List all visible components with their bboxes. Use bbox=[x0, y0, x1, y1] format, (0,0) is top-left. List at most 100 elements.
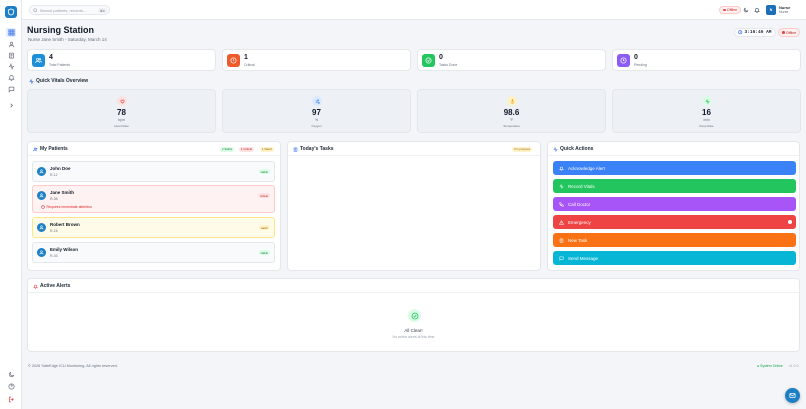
stat-value: 4 bbox=[49, 54, 53, 61]
patient-card-jane-smith[interactable]: Jane Smith R-08 critical Requires immedi… bbox=[32, 185, 275, 213]
all-clear-indicator bbox=[408, 309, 421, 322]
stat-card-tasks-done[interactable]: 0 Tasks Done bbox=[417, 49, 606, 71]
app-logo[interactable] bbox=[5, 6, 17, 18]
tasks-progress-badge: 0 in progress bbox=[512, 146, 533, 152]
user-icon bbox=[8, 41, 14, 48]
patient-room: R-03 bbox=[50, 254, 58, 258]
sidebar-logout[interactable] bbox=[6, 395, 16, 404]
chat-fab-button[interactable] bbox=[785, 388, 800, 403]
todays-tasks-panel: Today's Tasks 0 in progress bbox=[287, 141, 541, 271]
patient-avatar bbox=[37, 248, 46, 257]
send-message-button[interactable]: Send Message bbox=[553, 251, 796, 265]
clock-display: 3:16:46 AM bbox=[734, 28, 776, 37]
user-avatar[interactable]: N bbox=[766, 5, 776, 15]
status-dot bbox=[782, 31, 785, 34]
stat-icon-bg bbox=[227, 54, 240, 67]
emergency-button[interactable]: Emergency bbox=[553, 215, 796, 229]
patient-avatar bbox=[37, 223, 46, 232]
clock-icon bbox=[620, 57, 627, 64]
sidebar-item-dashboard[interactable] bbox=[6, 28, 16, 37]
patient-name: Jane Smith bbox=[50, 190, 75, 195]
header-status-text: Offline bbox=[786, 30, 797, 35]
clipboard-icon bbox=[559, 238, 564, 243]
patient-card-robert-brown[interactable]: Robert Brown R-15 watch bbox=[32, 217, 275, 238]
patient-room: R-12 bbox=[50, 173, 58, 177]
stat-card-critical[interactable]: 1 Critical bbox=[222, 49, 411, 71]
header-status-badge: Offline bbox=[778, 28, 801, 37]
topbar: ⌘K Offline N Nurse Nurse bbox=[22, 0, 806, 20]
sidebar-item-patients[interactable] bbox=[6, 40, 16, 49]
vital-value: 98.6 bbox=[503, 108, 520, 117]
search-input[interactable] bbox=[39, 7, 98, 13]
status-dot bbox=[723, 8, 726, 12]
sidebar-item-records[interactable] bbox=[6, 51, 16, 60]
patient-card-john-doe[interactable]: John Doe R-12 stable bbox=[32, 161, 275, 182]
stat-label: Tasks Done bbox=[439, 63, 458, 67]
activity-icon bbox=[559, 183, 564, 189]
patient-card-emily-wilson[interactable]: Emily Wilson R-03 stable bbox=[32, 242, 275, 263]
thermometer-icon bbox=[510, 98, 514, 104]
stat-card-pending[interactable]: 0 Pending bbox=[612, 49, 801, 71]
divider bbox=[28, 292, 799, 293]
sidebar bbox=[0, 0, 22, 409]
sidebar-help[interactable] bbox=[6, 382, 16, 391]
acknowledge-alert-button[interactable]: Acknowledge Alert bbox=[553, 161, 796, 175]
vital-card-temperature: 98.6 °F Temperature bbox=[417, 89, 606, 133]
app-version: v1.0.0 bbox=[789, 364, 799, 368]
quick-actions-panel: Quick Actions Acknowledge Alert Record V… bbox=[547, 141, 800, 271]
active-alerts-panel: Active Alerts All Clear! No active alert… bbox=[27, 278, 800, 352]
search-icon bbox=[33, 8, 37, 12]
sidebar-item-messages[interactable] bbox=[6, 85, 16, 94]
grid-icon bbox=[8, 29, 14, 36]
stat-card-total-patients[interactable]: 4 Total Patients bbox=[27, 49, 216, 71]
vital-icon-bg bbox=[312, 96, 322, 106]
heart-icon bbox=[120, 99, 124, 104]
sidebar-item-alerts[interactable] bbox=[6, 73, 16, 82]
no-alerts-text: No active alerts at this time bbox=[392, 335, 435, 339]
panel-title: Quick Actions bbox=[553, 146, 593, 152]
vital-label: Temperature bbox=[503, 124, 520, 128]
stat-icon-bg bbox=[32, 54, 45, 67]
sidebar-item-vitals[interactable] bbox=[6, 62, 16, 71]
patient-status-badge: critical bbox=[258, 193, 270, 198]
divider bbox=[548, 155, 799, 156]
clipboard-icon bbox=[8, 52, 14, 59]
search-box[interactable]: ⌘K bbox=[29, 5, 110, 15]
wind-icon bbox=[315, 98, 320, 104]
activity-icon bbox=[8, 63, 14, 70]
vital-icon-bg bbox=[702, 96, 712, 106]
sidebar-collapse-toggle[interactable] bbox=[6, 101, 16, 110]
theme-toggle-button[interactable] bbox=[742, 6, 750, 14]
phone-icon bbox=[559, 201, 564, 207]
page-subtitle: Nurse Jane Smith - Saturday, March 14 bbox=[28, 37, 107, 42]
check-circle-icon bbox=[425, 57, 432, 64]
page-title: Nursing Station bbox=[27, 25, 94, 35]
zap-icon bbox=[553, 146, 558, 152]
shield-heart-icon bbox=[7, 8, 15, 16]
user-icon bbox=[39, 169, 44, 174]
new-task-button[interactable]: New Task bbox=[553, 233, 796, 247]
user-role: Nurse bbox=[779, 10, 789, 14]
patient-name: Emily Wilson bbox=[50, 247, 78, 252]
connection-status-text: Offline bbox=[727, 8, 738, 12]
stat-value: 1 bbox=[244, 54, 248, 61]
emergency-indicator-dot bbox=[788, 220, 792, 224]
panel-title: My Patients bbox=[33, 146, 68, 152]
stat-icon-bg bbox=[422, 54, 435, 67]
vital-card-heart-rate: 78 bpm Heart Rate bbox=[27, 89, 216, 133]
bell-icon bbox=[559, 166, 564, 171]
notifications-button[interactable] bbox=[753, 6, 761, 14]
watch-count-badge: 1 Watch bbox=[260, 146, 275, 152]
vital-label: Oxygen bbox=[311, 124, 322, 128]
users-icon bbox=[35, 57, 42, 63]
moon-icon bbox=[743, 7, 749, 13]
record-vitals-button[interactable]: Record Vitals bbox=[553, 179, 796, 193]
patient-room: R-15 bbox=[50, 229, 58, 233]
sidebar-theme-toggle[interactable] bbox=[6, 370, 16, 379]
bell-icon bbox=[754, 8, 760, 13]
patient-name: John Doe bbox=[50, 166, 71, 171]
vital-icon-bg bbox=[507, 96, 517, 106]
call-doctor-button[interactable]: Call Doctor bbox=[553, 197, 796, 211]
message-icon bbox=[8, 86, 14, 93]
connection-status-badge: Offline bbox=[719, 6, 742, 14]
